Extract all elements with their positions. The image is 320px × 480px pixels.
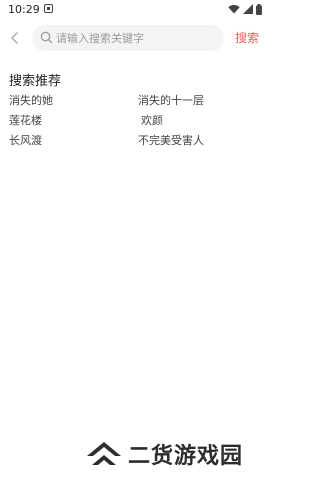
recommend-item[interactable]: 消失的她 xyxy=(9,92,53,108)
search-box[interactable] xyxy=(32,25,224,51)
recommend-item[interactable]: 不完美受害人 xyxy=(138,132,204,148)
watermark-text: 二货游戏园 xyxy=(128,444,244,469)
back-icon[interactable] xyxy=(6,28,24,48)
watermark: 二货游戏园 xyxy=(84,436,243,472)
chevron-logo-icon xyxy=(87,442,121,465)
status-bar: 10:29 xyxy=(0,0,270,20)
signal-icon xyxy=(243,4,253,14)
recommend-item[interactable]: 消失的十一层 xyxy=(138,92,204,108)
search-button[interactable]: 搜索 xyxy=(235,29,259,46)
section-title: 搜索推荐 xyxy=(9,74,62,89)
wifi-icon xyxy=(228,5,240,14)
recommend-item[interactable]: 莲花楼 xyxy=(9,112,42,128)
search-icon xyxy=(40,31,53,44)
battery-icon xyxy=(256,3,262,15)
search-input[interactable] xyxy=(56,29,216,47)
search-row: 搜索 xyxy=(0,24,270,52)
notification-icon xyxy=(44,4,53,13)
recommend-item[interactable]: 欢颜 xyxy=(141,112,163,128)
status-icons xyxy=(228,3,262,15)
status-time: 10:29 xyxy=(8,3,40,16)
recommend-item[interactable]: 长风渡 xyxy=(9,132,42,148)
